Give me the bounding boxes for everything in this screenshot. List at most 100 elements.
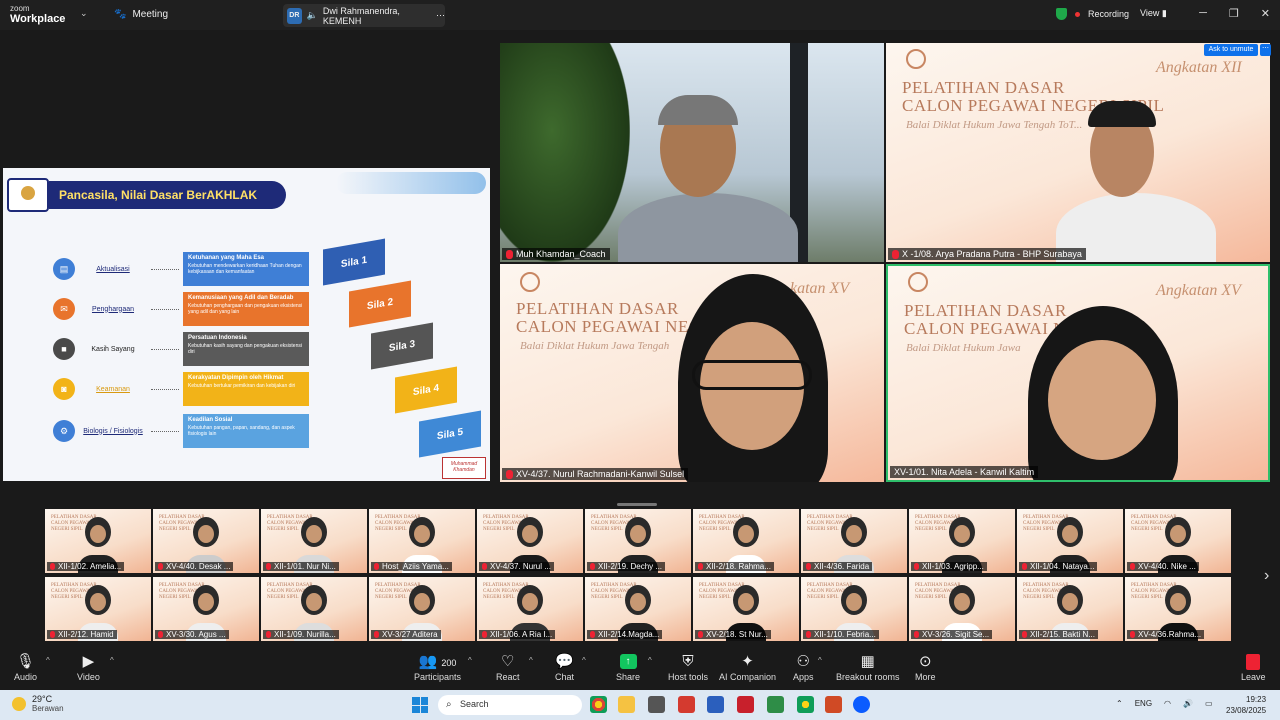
clock[interactable]: 19:23 23/08/2025: [1226, 694, 1266, 716]
video-tile-nurul[interactable]: katan XV PELATIHAN DASAR CALON PEGAWAI N…: [500, 264, 884, 482]
battery-icon[interactable]: ▭: [1205, 699, 1213, 708]
chat-button[interactable]: 💬 Chat: [555, 652, 574, 682]
gallery-video-tile[interactable]: PELATIHAN DASAR CALON PEGAWAI NEGERI SIP…: [1125, 577, 1231, 641]
participant-name-label: XII-2/14.Magda...: [587, 630, 663, 639]
wifi-icon[interactable]: ◠: [1164, 699, 1171, 708]
gallery-video-tile[interactable]: PELATIHAN DASAR CALON PEGAWAI NEGERI SIP…: [909, 577, 1015, 641]
weather-widget[interactable]: 29°C Berawan: [12, 694, 64, 713]
gallery-video-tile[interactable]: PELATIHAN DASAR CALON PEGAWAI NEGERI SIP…: [693, 577, 799, 641]
mic-muted-icon: [506, 249, 513, 259]
share-chevron-icon[interactable]: ^: [648, 656, 652, 665]
audio-button[interactable]: 🎙 Audio: [14, 652, 37, 682]
gallery-video-tile[interactable]: PELATIHAN DASAR CALON PEGAWAI NEGERI SIP…: [1125, 509, 1231, 573]
windows-start-icon[interactable]: [412, 697, 428, 713]
tile-more-icon[interactable]: ⋯: [1260, 44, 1271, 56]
participant-name-label: XV-2/18. St Nur...: [695, 630, 771, 639]
video-tile-nita-active-speaker[interactable]: Angkatan XV PELATIHAN DASAR CALON PEGAWA…: [886, 264, 1270, 482]
gallery-video-tile[interactable]: PELATIHAN DASAR CALON PEGAWAI NEGERI SIP…: [369, 509, 475, 573]
more-button[interactable]: ⊙ More: [915, 652, 936, 682]
gallery-video-tile[interactable]: PELATIHAN DASAR CALON PEGAWAI NEGERI SIP…: [45, 577, 151, 641]
gears-icon: ⚙: [53, 420, 75, 442]
gallery-video-tile[interactable]: PELATIHAN DASAR CALON PEGAWAI NEGERI SIP…: [369, 577, 475, 641]
participant-face: [630, 593, 646, 611]
share-screen-icon: ↑: [619, 654, 637, 669]
chevron-down-icon[interactable]: ⌄: [80, 8, 88, 19]
record-dot-icon: [1075, 11, 1080, 17]
audio-options-chevron-icon[interactable]: ^: [46, 656, 50, 665]
video-button[interactable]: ▶ Video: [77, 652, 100, 682]
share-button[interactable]: ↑ Share: [616, 652, 640, 682]
chat-chevron-icon[interactable]: ^: [582, 656, 586, 665]
react-chevron-icon[interactable]: ^: [529, 656, 533, 665]
participants-button[interactable]: 👥 200 Participants: [414, 652, 461, 682]
mic-muted-icon: [1022, 563, 1027, 570]
gallery-next-icon[interactable]: ›: [1264, 567, 1269, 585]
breakout-rooms-button[interactable]: ▦ Breakout rooms: [836, 652, 900, 682]
gallery-video-tile[interactable]: PELATIHAN DASAR CALON PEGAWAI NEGERI SIP…: [1017, 577, 1123, 641]
gallery-video-tile[interactable]: PELATIHAN DASAR CALON PEGAWAI NEGERI SIP…: [477, 577, 583, 641]
more-icon[interactable]: ⋯: [436, 10, 445, 21]
book-icon: ▤: [53, 258, 75, 280]
video-tile-coach[interactable]: Muh Khamdan_Coach: [500, 43, 884, 262]
meeting-menu[interactable]: 🐾 Meeting: [114, 9, 168, 20]
leave-button[interactable]: Leave: [1241, 652, 1266, 682]
participant-name-label: XV-4/36.Rahma...: [1127, 630, 1205, 639]
gallery-video-tile[interactable]: PELATIHAN DASAR CALON PEGAWAI NEGERI SIP…: [153, 577, 259, 641]
word-icon[interactable]: [707, 696, 724, 713]
app-red-icon[interactable]: [678, 696, 695, 713]
search-icon: ⌕: [446, 699, 452, 710]
apps-button[interactable]: ⚇ Apps: [793, 652, 814, 682]
gallery-video-tile[interactable]: PELATIHAN DASAR CALON PEGAWAI NEGERI SIP…: [909, 509, 1015, 573]
gallery-video-tile[interactable]: PELATIHAN DASAR CALON PEGAWAI NEGERI SIP…: [261, 509, 367, 573]
shared-screen[interactable]: Pancasila, Nilai Dasar BerAKHLAK ▤ Aktua…: [3, 168, 490, 481]
taskbar-search-box[interactable]: ⌕ Search: [438, 695, 582, 715]
resize-handle[interactable]: [617, 503, 657, 506]
tray-chevron-icon[interactable]: ⌃: [1116, 699, 1123, 708]
close-icon[interactable]: ✕: [1261, 7, 1270, 20]
mic-muted-icon: [50, 631, 55, 638]
excel-icon[interactable]: [767, 696, 784, 713]
participant-face: [1170, 525, 1186, 543]
gallery-video-tile[interactable]: PELATIHAN DASAR CALON PEGAWAI NEGERI SIP…: [585, 577, 691, 641]
participant-name-label: XII-1/09. Nurilla...: [263, 630, 339, 639]
zoom-logo[interactable]: zoom Workplace: [10, 4, 65, 25]
gallery-video-tile[interactable]: PELATIHAN DASAR CALON PEGAWAI NEGERI SIP…: [693, 509, 799, 573]
gallery-video-tile[interactable]: PELATIHAN DASAR CALON PEGAWAI NEGERI SIP…: [477, 509, 583, 573]
react-button[interactable]: ♡ React: [496, 652, 520, 682]
language-indicator[interactable]: ENG: [1135, 699, 1152, 708]
powerpoint-icon[interactable]: [825, 696, 842, 713]
screen-share-presenter[interactable]: DR 🔈 Dwi Rahmanendra, KEMENH ⋯: [283, 4, 445, 27]
participants-chevron-icon[interactable]: ^: [468, 656, 472, 665]
chrome-profile-icon[interactable]: [797, 696, 814, 713]
participant-face: [954, 525, 970, 543]
value-row: ✉ Penghargaan Kemanusiaan yang Adil dan …: [53, 292, 309, 326]
ai-companion-button[interactable]: ✦ AI Companion: [719, 652, 776, 682]
participant-name-label: XII-1/10. Febria...: [803, 630, 879, 639]
view-menu[interactable]: View ▮: [1140, 8, 1167, 19]
calculator-icon[interactable]: [648, 696, 665, 713]
mic-muted-icon: [892, 249, 899, 259]
maximize-icon[interactable]: ❐: [1229, 7, 1239, 20]
gallery-video-tile[interactable]: PELATIHAN DASAR CALON PEGAWAI NEGERI SIP…: [261, 577, 367, 641]
gallery-video-tile[interactable]: PELATIHAN DASAR CALON PEGAWAI NEGERI SIP…: [45, 509, 151, 573]
host-tools-button[interactable]: ⛨ Host tools: [668, 652, 708, 682]
participant-body: [618, 193, 798, 262]
video-options-chevron-icon[interactable]: ^: [110, 656, 114, 665]
volume-icon[interactable]: 🔊: [1183, 699, 1193, 708]
apps-chevron-icon[interactable]: ^: [818, 656, 822, 665]
gallery-video-tile[interactable]: PELATIHAN DASAR CALON PEGAWAI NEGERI SIP…: [801, 577, 907, 641]
participant-name-label: XII-1/04. Nataya...: [1019, 562, 1098, 571]
file-explorer-icon[interactable]: [618, 696, 635, 713]
gallery-video-tile[interactable]: PELATIHAN DASAR CALON PEGAWAI NEGERI SIP…: [1017, 509, 1123, 573]
wps-icon[interactable]: [737, 696, 754, 713]
gallery-video-tile[interactable]: PELATIHAN DASAR CALON PEGAWAI NEGERI SIP…: [801, 509, 907, 573]
recording-status[interactable]: Recording: [1056, 8, 1129, 20]
ask-to-unmute-button[interactable]: Ask to unmute: [1204, 44, 1258, 56]
zoom-taskbar-icon[interactable]: [853, 696, 870, 713]
video-tile-arya[interactable]: Angkatan XII PELATIHAN DASAR CALON PEGAW…: [886, 43, 1270, 262]
gallery-video-tile[interactable]: PELATIHAN DASAR CALON PEGAWAI NEGERI SIP…: [585, 509, 691, 573]
gallery-video-tile[interactable]: PELATIHAN DASAR CALON PEGAWAI NEGERI SIP…: [153, 509, 259, 573]
chrome-icon[interactable]: [590, 696, 607, 713]
mic-muted-icon: [374, 563, 379, 570]
minimize-icon[interactable]: ─: [1199, 7, 1207, 20]
